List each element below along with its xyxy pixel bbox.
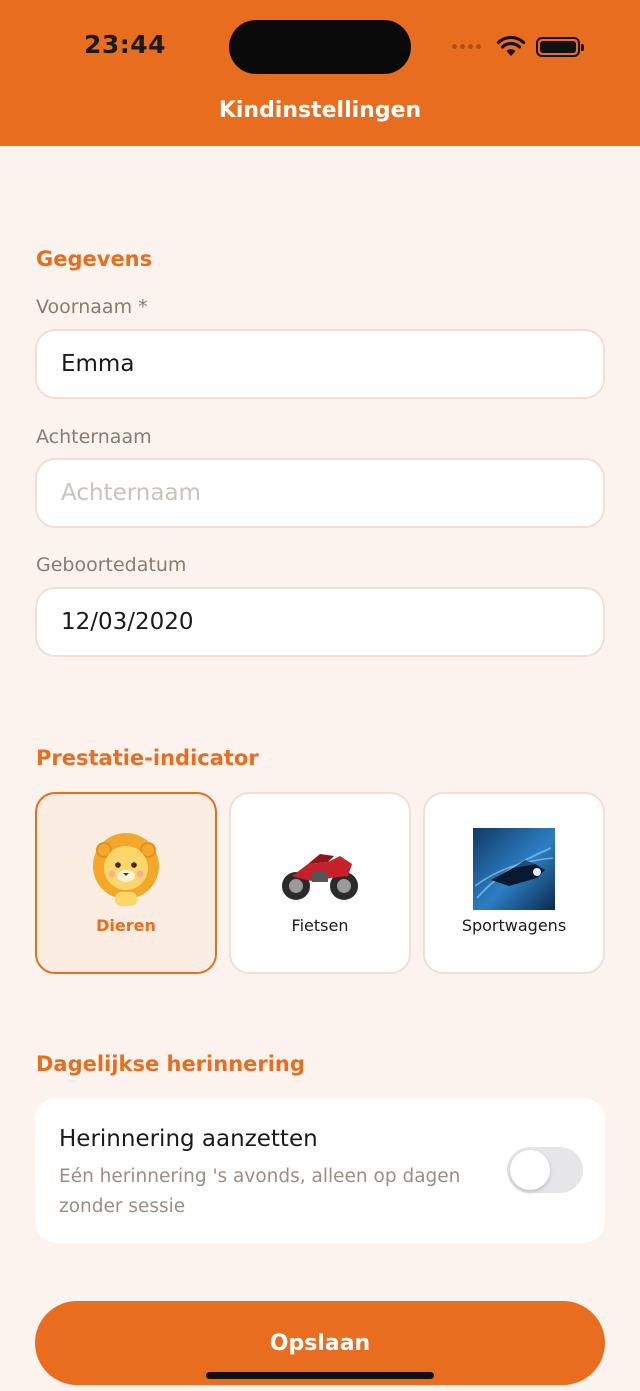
reminder-title: Herinnering aanzetten — [59, 1126, 318, 1152]
indicator-option-label: Dieren — [96, 916, 156, 935]
status-icons — [452, 34, 584, 60]
reminder-description: Eén herinnering 's avonds, alleen op dag… — [59, 1166, 461, 1217]
wifi-icon — [496, 35, 526, 56]
indicator-option-label: Fietsen — [291, 916, 349, 935]
page-title: Kindinstellingen — [218, 98, 422, 123]
toggle-knob — [510, 1150, 550, 1190]
motorcycle-icon — [282, 854, 358, 900]
status-time: 23:44 — [84, 30, 167, 59]
reminder-toggle[interactable] — [507, 1147, 583, 1193]
sportscar-icon — [473, 828, 555, 910]
birth-date-label: Geboortedatum — [36, 554, 187, 576]
child-settings-screen: 23:44 Kindinstellingen Gegevens Voornaam… — [0, 0, 640, 1391]
cellular-signal-icon — [452, 44, 481, 49]
indicator-option-label: Sportwagens — [461, 916, 567, 935]
home-indicator — [206, 1372, 434, 1379]
last-name-field[interactable] — [35, 458, 605, 528]
last-name-label: Achternaam — [36, 426, 152, 448]
birth-date-field[interactable] — [35, 587, 605, 657]
battery-icon — [536, 37, 584, 57]
first-name-field[interactable] — [35, 329, 605, 399]
dynamic-island — [229, 20, 411, 74]
indicator-option-sportwagens[interactable]: Sportwagens — [423, 792, 605, 974]
reminder-section-title: Dagelijkse herinnering — [36, 1052, 305, 1076]
indicator-option-dieren[interactable]: Dieren — [35, 792, 217, 974]
header: 23:44 Kindinstellingen — [0, 0, 640, 146]
indicator-section-title: Prestatie-indicator — [36, 746, 259, 770]
reminder-card: Herinnering aanzetten Eén herinnering 's… — [35, 1098, 605, 1243]
indicator-option-fietsen[interactable]: Fietsen — [229, 792, 411, 974]
first-name-label: Voornaam * — [36, 296, 148, 318]
details-section-title: Gegevens — [36, 247, 153, 271]
lion-icon — [93, 833, 159, 906]
